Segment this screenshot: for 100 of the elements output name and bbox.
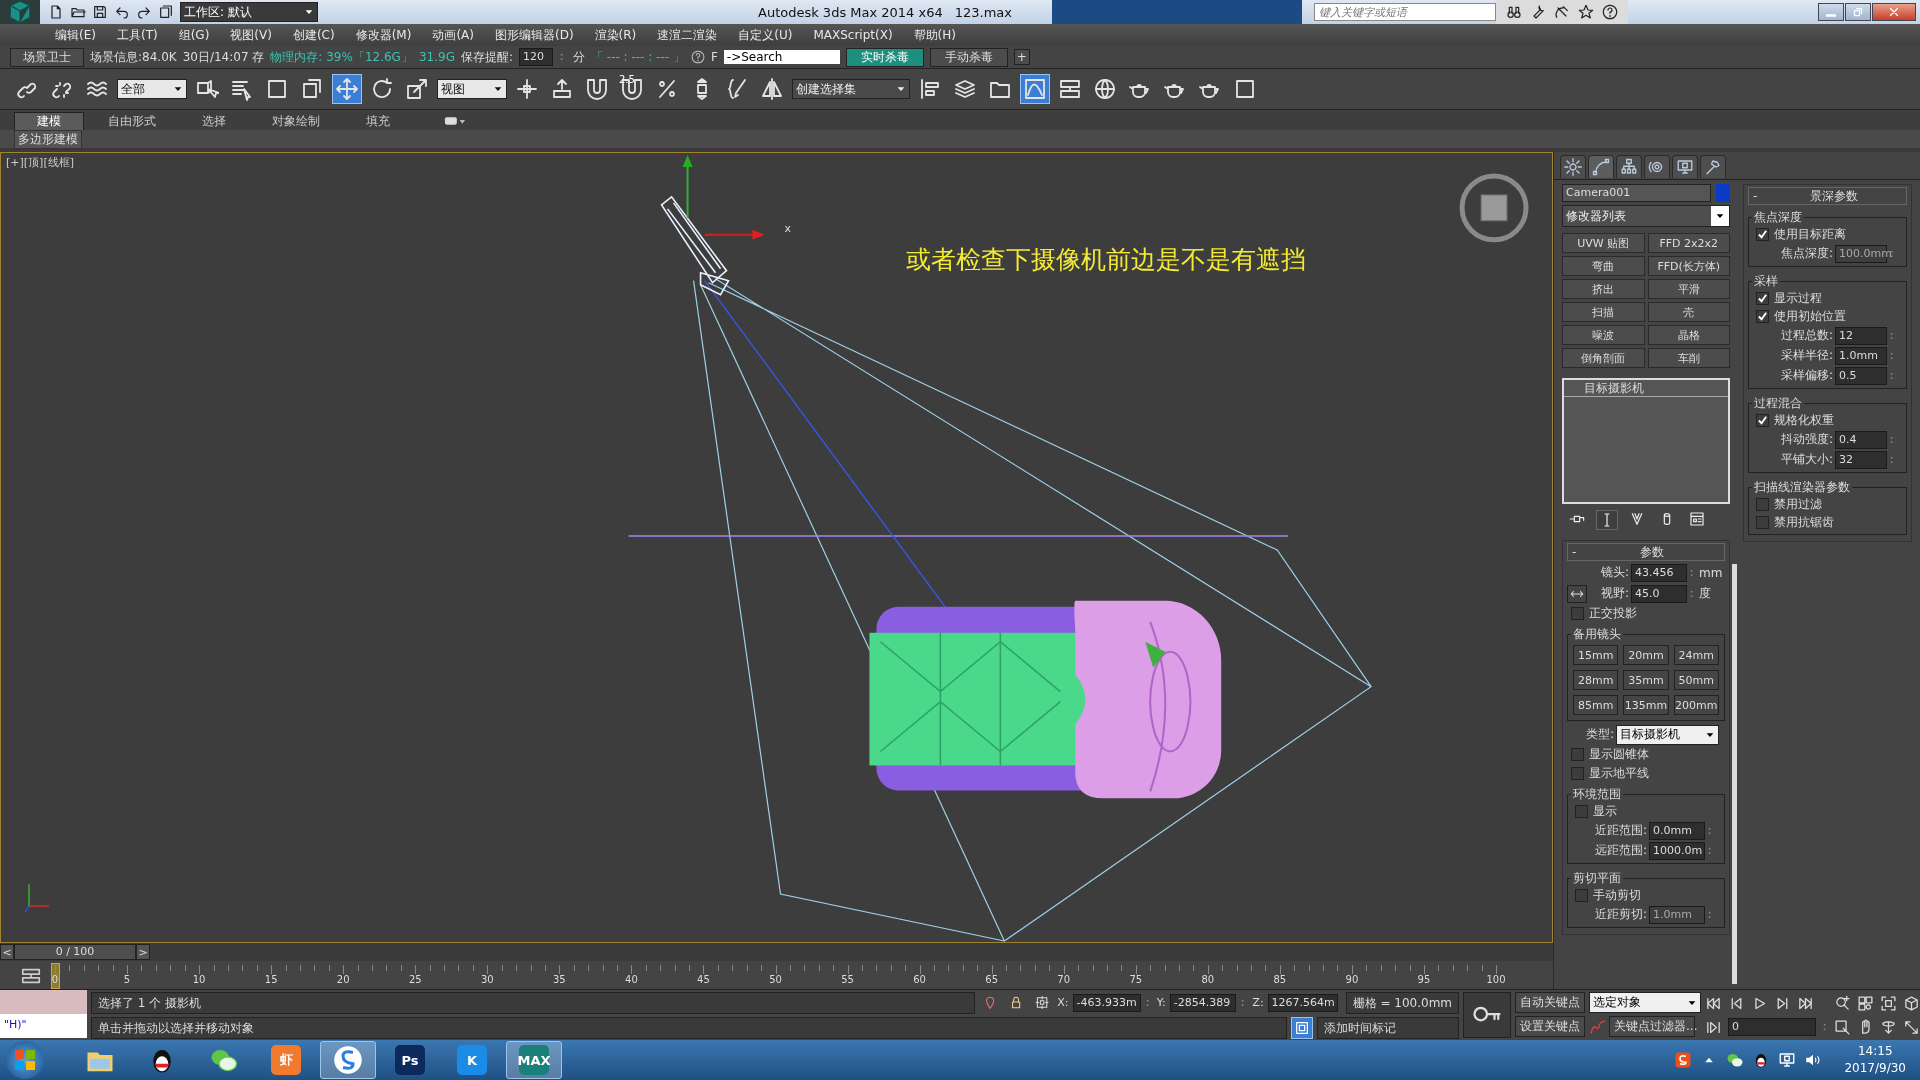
checkbox[interactable]	[1756, 498, 1769, 511]
type-dropdown[interactable]: 目标摄影机	[1616, 724, 1719, 745]
ribbon-menu-icon[interactable]	[444, 115, 466, 127]
menu-item[interactable]: MAXScript(X)	[813, 28, 893, 42]
command-panel-tab[interactable]	[1616, 155, 1642, 178]
rollout-header[interactable]: - 景深参数	[1748, 187, 1907, 205]
viewcube-icon[interactable]	[1459, 173, 1529, 243]
zoom-all-icon[interactable]	[1857, 994, 1874, 1012]
lens-preset-button[interactable]: 35mm	[1623, 670, 1669, 690]
stack-tool-button[interactable]	[1596, 510, 1618, 530]
help-icon[interactable]	[1602, 4, 1619, 20]
modifier-button[interactable]: 噪波	[1562, 325, 1645, 345]
scrollbar[interactable]	[1732, 564, 1737, 984]
save-icon[interactable]	[92, 4, 108, 20]
menu-item[interactable]: 修改器(M)	[355, 26, 412, 44]
modifier-button[interactable]: 弯曲	[1562, 256, 1645, 276]
lens-preset-button[interactable]: 135mm	[1623, 695, 1669, 715]
menu-item[interactable]: 工具(T)	[116, 26, 158, 44]
checkbox[interactable]	[1571, 748, 1584, 761]
number-field[interactable]: 0.5	[1835, 366, 1887, 385]
time-tag-toggle-button[interactable]	[1290, 1016, 1313, 1039]
command-panel-tab[interactable]	[1560, 155, 1586, 178]
chat-bubbles-icon[interactable]	[1726, 1051, 1745, 1069]
number-field[interactable]: 43.456	[1631, 563, 1687, 582]
input-method-icon[interactable]	[1674, 1051, 1693, 1069]
command-panel-tab[interactable]	[1588, 155, 1614, 178]
time-slider-thumb[interactable]: 0 / 100	[14, 944, 136, 960]
ribbon-tab[interactable]: 选择	[180, 112, 248, 130]
coordinate-field[interactable]: -463.933m	[1072, 993, 1141, 1012]
star-icon[interactable]	[1578, 4, 1595, 20]
field-of-view-icon[interactable]	[1834, 1018, 1851, 1036]
modifier-button[interactable]: 挤出	[1562, 279, 1645, 299]
snap-toggle-button[interactable]: 2.5	[617, 74, 647, 104]
modifier-button[interactable]: FFD 2x2x2	[1647, 233, 1730, 253]
auto-key-button[interactable]: 自动关键点	[1515, 992, 1585, 1013]
new-file-icon[interactable]	[48, 4, 64, 20]
stack-item[interactable]: 目标摄影机	[1564, 380, 1728, 397]
modifier-button[interactable]: 扫描	[1562, 302, 1645, 322]
number-field[interactable]: 45.0	[1631, 584, 1687, 603]
collapse-toggle[interactable]: -	[1572, 545, 1584, 559]
ribbon-tab[interactable]: 自由形式	[86, 112, 178, 130]
lens-preset-button[interactable]: 20mm	[1623, 645, 1669, 665]
selection-mode-icon[interactable]	[1035, 995, 1050, 1010]
checkbox[interactable]	[1571, 607, 1584, 620]
orbit-icon[interactable]	[1880, 1018, 1897, 1036]
menu-item[interactable]: 渲染(R)	[594, 26, 637, 44]
toolbar-dropdown[interactable]: 视图	[437, 79, 507, 99]
ribbon-tab[interactable]: 建模	[14, 112, 84, 130]
set-key-mode-button[interactable]: 设置关键点	[1515, 1016, 1585, 1037]
number-field[interactable]: 0.4	[1835, 430, 1887, 449]
menu-item[interactable]: 组(G)	[178, 26, 210, 44]
viewport[interactable]: x [+][顶][线框] 或者检查下摄像机前边是不是有遮挡	[0, 152, 1553, 943]
key-target-dropdown[interactable]: 选定对象	[1589, 992, 1701, 1013]
antivirus-button[interactable]: 实时杀毒	[845, 47, 924, 67]
modifier-button[interactable]: UVW 贴图	[1562, 233, 1645, 253]
maximize-viewport-icon[interactable]	[1903, 1018, 1920, 1036]
antivirus-button[interactable]: 手动杀毒	[929, 47, 1008, 67]
workspace-dropdown[interactable]: 工作区: 默认	[180, 2, 318, 22]
checkbox[interactable]	[1756, 516, 1769, 529]
clock-date[interactable]: 2017/9/30	[1844, 1060, 1906, 1077]
command-panel-tab[interactable]	[1672, 155, 1698, 178]
collapse-toggle[interactable]: -	[1753, 189, 1765, 203]
menu-item[interactable]: 视图(V)	[230, 26, 272, 44]
object-color-swatch[interactable]	[1716, 184, 1730, 202]
number-field[interactable]: 32	[1835, 450, 1887, 469]
lens-preset-button[interactable]: 28mm	[1573, 670, 1619, 690]
lens-preset-button[interactable]: 15mm	[1573, 645, 1619, 665]
checkbox[interactable]	[1575, 889, 1588, 902]
modifier-button[interactable]: 壳	[1647, 302, 1730, 322]
viewport-label[interactable]: [+][顶][线框]	[6, 155, 74, 170]
network-icon[interactable]	[1778, 1051, 1797, 1069]
menu-item[interactable]: 编辑(E)	[55, 26, 96, 44]
checkbox[interactable]	[1756, 228, 1769, 241]
menu-item[interactable]: 图形编辑器(D)	[494, 26, 574, 44]
lens-preset-button[interactable]: 200mm	[1673, 695, 1719, 715]
previous-frame-button[interactable]: <	[0, 944, 14, 960]
add-button[interactable]: +	[1013, 49, 1030, 65]
frame-field[interactable]: 0	[1728, 1018, 1816, 1036]
modifier-stack[interactable]: 目标摄影机	[1562, 378, 1730, 504]
menu-item[interactable]: 速渲二渲染	[657, 26, 718, 44]
ribbon-tab[interactable]: 填充	[344, 112, 412, 130]
modifier-button[interactable]: 倒角剖面	[1562, 348, 1645, 368]
search-field[interactable]: 键入关键字或短语	[1314, 3, 1497, 21]
scene-guard-button[interactable]: 场景卫士	[10, 47, 84, 67]
binoculars-icon[interactable]	[1506, 4, 1523, 20]
app-logo-icon[interactable]	[0, 0, 40, 24]
clock-time[interactable]: 14:15	[1857, 1043, 1893, 1060]
number-field[interactable]: 120	[519, 48, 553, 66]
coordinate-field[interactable]: 1267.564m	[1267, 993, 1338, 1012]
number-field[interactable]: 1000.0m	[1649, 841, 1705, 860]
lens-preset-button[interactable]: 85mm	[1573, 695, 1619, 715]
cube-icon[interactable]	[1903, 994, 1920, 1012]
next-frame-button[interactable]: >	[136, 944, 150, 960]
number-field[interactable]: 12	[1835, 326, 1887, 345]
key-filters-button[interactable]: 关键点过滤器...	[1609, 1016, 1695, 1037]
taskbar-app-button[interactable]: Ps	[382, 1041, 438, 1079]
checkbox[interactable]	[1756, 310, 1769, 323]
start-button[interactable]	[6, 1041, 44, 1079]
maximize-button[interactable]	[1845, 3, 1871, 21]
toolbar-dropdown[interactable]: 创建选择集	[792, 79, 910, 99]
